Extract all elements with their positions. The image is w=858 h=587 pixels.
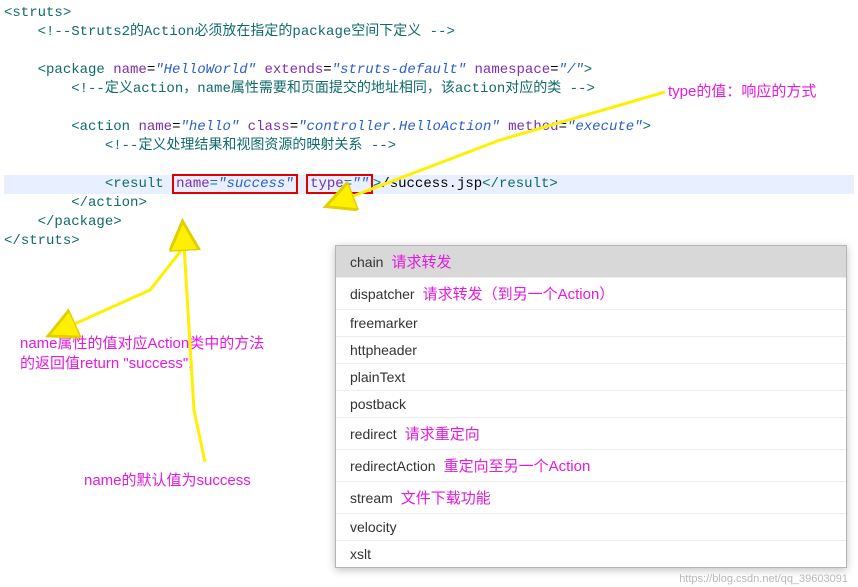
autocomplete-option-label: redirectAction [350, 458, 436, 474]
autocomplete-option-hint: 重定向至另一个Action [444, 458, 591, 475]
autocomplete-item[interactable]: redirect 请求重定向 [336, 418, 846, 450]
annotation-name-default: name的默认值为success [84, 471, 251, 491]
autocomplete-item[interactable]: chain 请求转发 [336, 246, 846, 278]
autocomplete-option-label: chain [350, 254, 383, 270]
autocomplete-option-label: stream [350, 490, 393, 506]
autocomplete-option-label: dispatcher [350, 286, 415, 302]
autocomplete-item[interactable]: redirectAction 重定向至另一个Action [336, 450, 846, 482]
autocomplete-option-hint: 请求转发（到另一个Action） [423, 286, 615, 303]
watermark: https://blog.csdn.net/qq_39603091 [679, 573, 848, 585]
autocomplete-item[interactable]: postback [336, 391, 846, 418]
code-line: <action name="hello" class="controller.H… [4, 118, 858, 137]
highlight-box-name: name="success" [172, 174, 298, 194]
code-line: <package name="HelloWorld" extends="stru… [4, 61, 858, 80]
autocomplete-item[interactable]: plainText [336, 364, 846, 391]
autocomplete-option-label: freemarker [350, 315, 418, 331]
autocomplete-item[interactable]: stream 文件下载功能 [336, 482, 846, 514]
autocomplete-option-hint: 请求重定向 [405, 426, 480, 443]
code-line-highlight: <result name="success" type="">/success.… [4, 175, 854, 194]
code-line: <struts> [4, 4, 858, 23]
autocomplete-option-hint: 请求转发 [391, 254, 451, 271]
code-line: <!--定义处理结果和视图资源的映射关系 --> [4, 137, 858, 156]
autocomplete-item[interactable]: velocity [336, 514, 846, 541]
autocomplete-item[interactable]: freemarker [336, 310, 846, 337]
code-line: </package> [4, 213, 858, 232]
autocomplete-option-label: xslt [350, 546, 371, 562]
autocomplete-option-label: httpheader [350, 342, 417, 358]
autocomplete-popup[interactable]: chain 请求转发 dispatcher 请求转发（到另一个Action） freem… [335, 245, 847, 568]
annotation-name2: 的返回值return "success"; [20, 354, 192, 374]
autocomplete-option-label: plainText [350, 369, 405, 385]
autocomplete-item[interactable]: dispatcher 请求转发（到另一个Action） [336, 278, 846, 310]
annotation-type: type的值：响应的方式 [668, 82, 816, 102]
autocomplete-option-hint: 文件下载功能 [401, 490, 491, 507]
code-line: <!--Struts2的Action必须放在指定的package空间下定义 --… [4, 23, 858, 42]
autocomplete-option-label: velocity [350, 519, 397, 535]
highlight-box-type: type="" [306, 174, 373, 194]
code-editor: <struts> <!--Struts2的Action必须放在指定的packag… [0, 0, 858, 251]
annotation-name1: name属性的值对应Action类中的方法 [20, 334, 264, 354]
autocomplete-option-label: postback [350, 396, 406, 412]
autocomplete-option-label: redirect [350, 426, 397, 442]
autocomplete-item[interactable]: httpheader [336, 337, 846, 364]
code-line: </action> [4, 194, 858, 213]
autocomplete-item[interactable]: xslt [336, 541, 846, 567]
